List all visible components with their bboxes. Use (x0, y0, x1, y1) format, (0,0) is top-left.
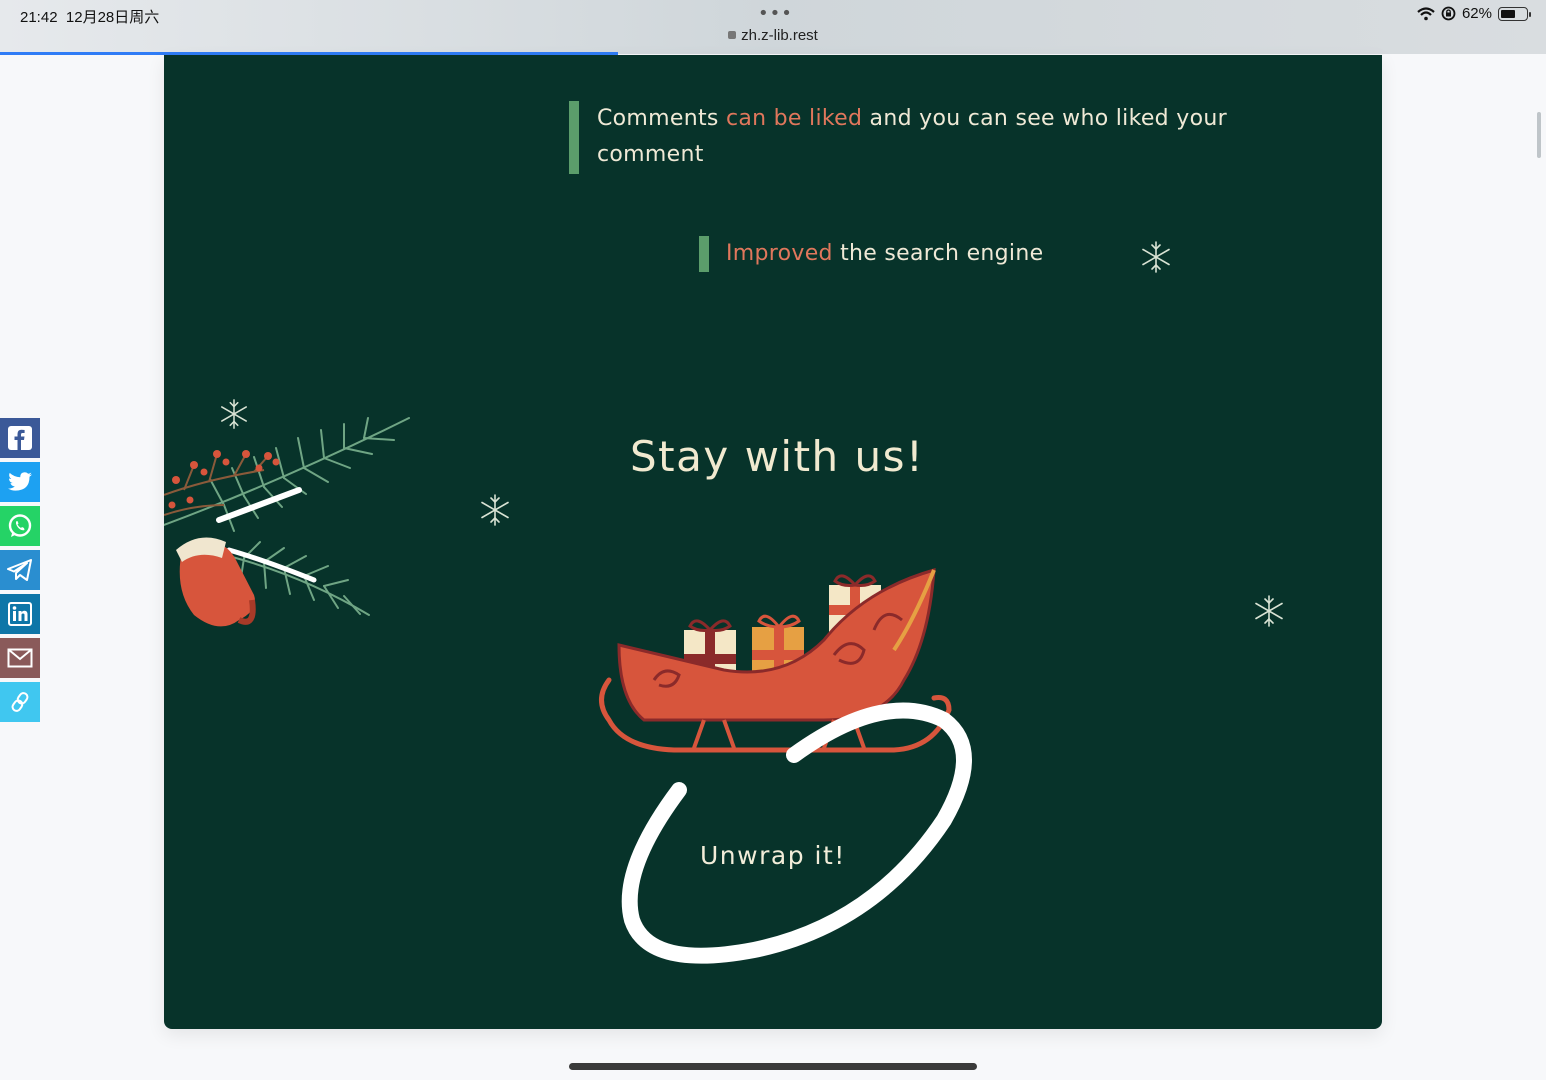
copy-link-button[interactable] (0, 682, 40, 722)
address-bar[interactable]: zh.z-lib.rest (0, 27, 1546, 44)
pine-branch-illustration (164, 417, 410, 627)
feature-item-comments: Comments can be liked and you can see wh… (597, 106, 1227, 167)
email-share-button[interactable] (0, 638, 40, 678)
battery-percent: 62% (1461, 5, 1492, 22)
rotation-lock-icon (1441, 6, 1456, 21)
feature-item-search: Improved the search engine (726, 241, 1044, 266)
headline: Stay with us! (630, 432, 925, 481)
feature-accent-bar (569, 101, 579, 174)
home-indicator[interactable] (569, 1063, 977, 1070)
browser-status-bar: 21:42 12月28日周六 ••• zh.z-lib.rest 62% (0, 0, 1546, 54)
more-dots-icon[interactable]: ••• (758, 3, 793, 24)
snowflake-icon (481, 494, 509, 526)
telegram-share-button[interactable] (0, 550, 40, 590)
feature-accent-bar (699, 236, 709, 272)
whatsapp-share-button[interactable] (0, 506, 40, 546)
linkedin-share-button[interactable] (0, 594, 40, 634)
link-icon (11, 692, 29, 712)
email-icon (7, 648, 33, 668)
mitten-icon (176, 537, 256, 627)
twitter-icon (8, 472, 32, 491)
facebook-icon (8, 426, 32, 450)
status-icons: 62% (1417, 5, 1531, 22)
facebook-share-button[interactable] (0, 418, 40, 458)
status-time: 21:42 12月28日周六 (20, 9, 160, 26)
snowflake-icon (1255, 595, 1283, 627)
whatsapp-icon (8, 514, 32, 537)
wifi-icon (1417, 6, 1435, 20)
scrollbar[interactable] (1537, 112, 1541, 158)
unwrap-button[interactable]: Unwrap it! (700, 841, 846, 870)
lock-icon (728, 31, 737, 39)
feature-panel: Comments can be liked and you can see wh… (164, 55, 1382, 1029)
snowflake-icon (1142, 241, 1170, 273)
telegram-icon (7, 559, 32, 581)
twitter-share-button[interactable] (0, 462, 40, 502)
url-text: zh.z-lib.rest (741, 27, 818, 44)
linkedin-icon (8, 602, 32, 626)
battery-icon (1498, 6, 1531, 21)
cta-loop-decoration (621, 702, 972, 964)
